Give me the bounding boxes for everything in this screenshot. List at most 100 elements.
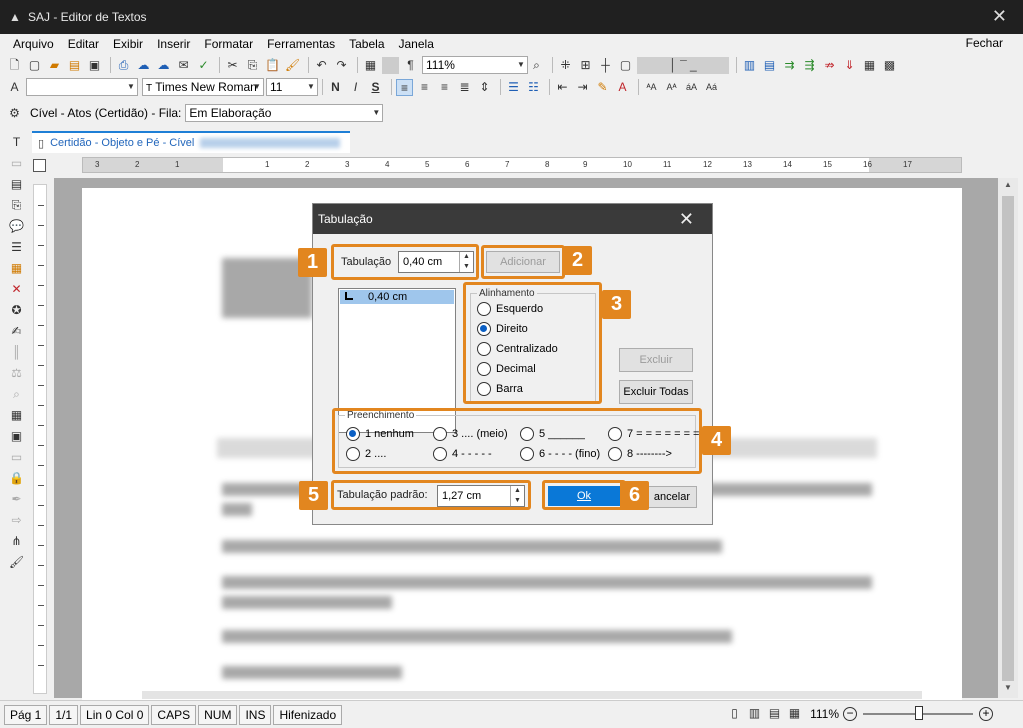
- italic-button[interactable]: I: [347, 79, 364, 96]
- zoom-slider[interactable]: [863, 705, 973, 720]
- email-icon[interactable]: ✉: [175, 57, 192, 74]
- menu-tabela[interactable]: Tabela: [349, 37, 384, 51]
- delete-column-icon[interactable]: ⇓: [841, 57, 858, 74]
- paste-icon[interactable]: 📋: [264, 57, 281, 74]
- increase-indent-icon[interactable]: ⇥: [574, 79, 591, 96]
- font-size-combo[interactable]: 11 ▼: [266, 78, 318, 96]
- insert-column-icon[interactable]: ⇶: [801, 57, 818, 74]
- numbered-list-icon[interactable]: ☷: [525, 79, 542, 96]
- delete-all-button[interactable]: Excluir Todas: [619, 380, 693, 404]
- sign-icon[interactable]: ✒: [8, 491, 25, 508]
- zoom-in-icon[interactable]: +: [979, 706, 993, 721]
- align-right-icon[interactable]: ≡: [436, 79, 453, 96]
- shrink-font-icon[interactable]: Aá: [703, 79, 720, 96]
- delete-row-icon[interactable]: ⇏: [821, 57, 838, 74]
- list-icon[interactable]: ☰: [8, 239, 25, 256]
- insert-row-icon[interactable]: ⇉: [781, 57, 798, 74]
- show-marks-icon[interactable]: ⁜: [557, 57, 574, 74]
- style-combo[interactable]: ▼: [26, 78, 138, 96]
- table-borders-icon[interactable]: ⊞: [577, 57, 594, 74]
- new-blank-icon[interactable]: ▢: [26, 57, 43, 74]
- align-left-icon[interactable]: ≡: [396, 78, 413, 96]
- window-close-icon[interactable]: ✕: [992, 7, 1007, 25]
- page-view-icon[interactable]: ▯: [726, 705, 743, 722]
- cut-icon[interactable]: ✂: [224, 57, 241, 74]
- menu-formatar[interactable]: Formatar: [204, 37, 253, 51]
- undo-icon[interactable]: ↶: [313, 57, 330, 74]
- lock-icon[interactable]: 🔒: [8, 470, 25, 487]
- delete-button[interactable]: Excluir: [619, 348, 693, 372]
- inner-borders-icon[interactable]: ┼: [597, 57, 614, 74]
- merge-cells-icon[interactable]: ▤: [761, 57, 778, 74]
- comment-icon[interactable]: 💬: [8, 218, 25, 235]
- signature-icon[interactable]: ✍: [8, 323, 25, 340]
- style-icon[interactable]: A: [6, 79, 23, 96]
- calendar-icon[interactable]: ▦: [8, 407, 25, 424]
- barcode-icon[interactable]: ║: [8, 344, 25, 361]
- print-icon[interactable]: ⎙: [115, 57, 132, 74]
- menu-ferramentas[interactable]: Ferramentas: [267, 37, 335, 51]
- queue-select[interactable]: Em Elaboração ▼: [185, 104, 384, 122]
- bullet-list-icon[interactable]: ☰: [505, 79, 522, 96]
- zoom-combo[interactable]: 111% ▼: [422, 56, 528, 74]
- export-icon[interactable]: ⇨: [8, 512, 25, 529]
- justify-icon[interactable]: ≣: [456, 79, 473, 96]
- copy-icon[interactable]: ⎘: [244, 57, 261, 74]
- two-page-view-icon[interactable]: ▥: [746, 705, 763, 722]
- scroll-up-icon[interactable]: ▲: [998, 180, 1018, 189]
- cloud-upload-icon[interactable]: ☁: [135, 57, 152, 74]
- line-spacing-icon[interactable]: ⇕: [476, 79, 493, 96]
- pilcrow-icon[interactable]: ¶: [402, 57, 419, 74]
- table-autofit-icon[interactable]: ▩: [881, 57, 898, 74]
- menu-editar[interactable]: Editar: [68, 37, 99, 51]
- highlight-icon[interactable]: ✎: [594, 79, 611, 96]
- menu-exibir[interactable]: Exibir: [113, 37, 143, 51]
- share-icon[interactable]: ⋔: [8, 533, 25, 550]
- bold-button[interactable]: N: [327, 79, 344, 96]
- scroll-down-icon[interactable]: ▼: [998, 683, 1018, 692]
- draft-view-icon[interactable]: ▦: [786, 705, 803, 722]
- vertical-scrollbar[interactable]: ▲ ▼: [998, 178, 1018, 698]
- grow-font-icon[interactable]: áA: [683, 79, 700, 96]
- zoom-slider-thumb[interactable]: [915, 705, 923, 720]
- save-icon[interactable]: ▣: [86, 57, 103, 74]
- stamp-icon[interactable]: ⚖: [8, 365, 25, 382]
- list-item[interactable]: 0,40 cm: [340, 290, 454, 304]
- outer-border-icon[interactable]: ▢: [617, 57, 634, 74]
- zoom-icon[interactable]: ⌕: [528, 57, 545, 74]
- subscript-icon[interactable]: Aᴬ: [663, 79, 680, 96]
- insert-table-icon[interactable]: ▦: [362, 57, 379, 74]
- table-properties-icon[interactable]: ▦: [861, 57, 878, 74]
- open-template-icon[interactable]: ▤: [66, 57, 83, 74]
- underline-button[interactable]: S: [367, 79, 384, 96]
- dialog-close-icon[interactable]: ✕: [679, 209, 694, 230]
- new-document-icon[interactable]: 🗋: [6, 57, 23, 74]
- paint-icon[interactable]: 🖌: [8, 554, 25, 571]
- menu-inserir[interactable]: Inserir: [157, 37, 190, 51]
- superscript-icon[interactable]: ᴬA: [643, 79, 660, 96]
- insert-field-icon[interactable]: ▤: [8, 176, 25, 193]
- close-document-menu[interactable]: Fechar: [966, 36, 1003, 50]
- menu-arquivo[interactable]: Arquivo: [13, 37, 54, 51]
- align-center-icon[interactable]: ≡: [416, 79, 433, 96]
- open-folder-icon[interactable]: ▰: [46, 57, 63, 74]
- delete-doc-icon[interactable]: ✕: [8, 281, 25, 298]
- zoom-out-icon[interactable]: −: [843, 706, 857, 721]
- horizontal-scrollbar[interactable]: [142, 691, 922, 699]
- web-view-icon[interactable]: ▤: [766, 705, 783, 722]
- search-doc-icon[interactable]: ⌕: [8, 386, 25, 403]
- text-tool-icon[interactable]: T: [8, 134, 25, 151]
- font-name-combo[interactable]: T Times New Roman ▼: [142, 78, 264, 96]
- award-icon[interactable]: ✪: [8, 302, 25, 319]
- format-painter-icon[interactable]: 🖌: [284, 57, 301, 74]
- template-icon[interactable]: ▭: [8, 155, 25, 172]
- spellcheck-icon[interactable]: ✓: [195, 57, 212, 74]
- document-tab[interactable]: ▯ Certidão - Objeto e Pé - Cível: [32, 131, 350, 153]
- copy-document-icon[interactable]: ⎘: [8, 197, 25, 214]
- calculator-icon[interactable]: ▦: [8, 260, 25, 277]
- split-cells-icon[interactable]: ▥: [741, 57, 758, 74]
- certificate-icon[interactable]: ▭: [8, 449, 25, 466]
- cloud-download-icon[interactable]: ☁: [155, 57, 172, 74]
- scroll-thumb[interactable]: [1002, 196, 1014, 681]
- table-grid-icon[interactable]: [382, 56, 399, 74]
